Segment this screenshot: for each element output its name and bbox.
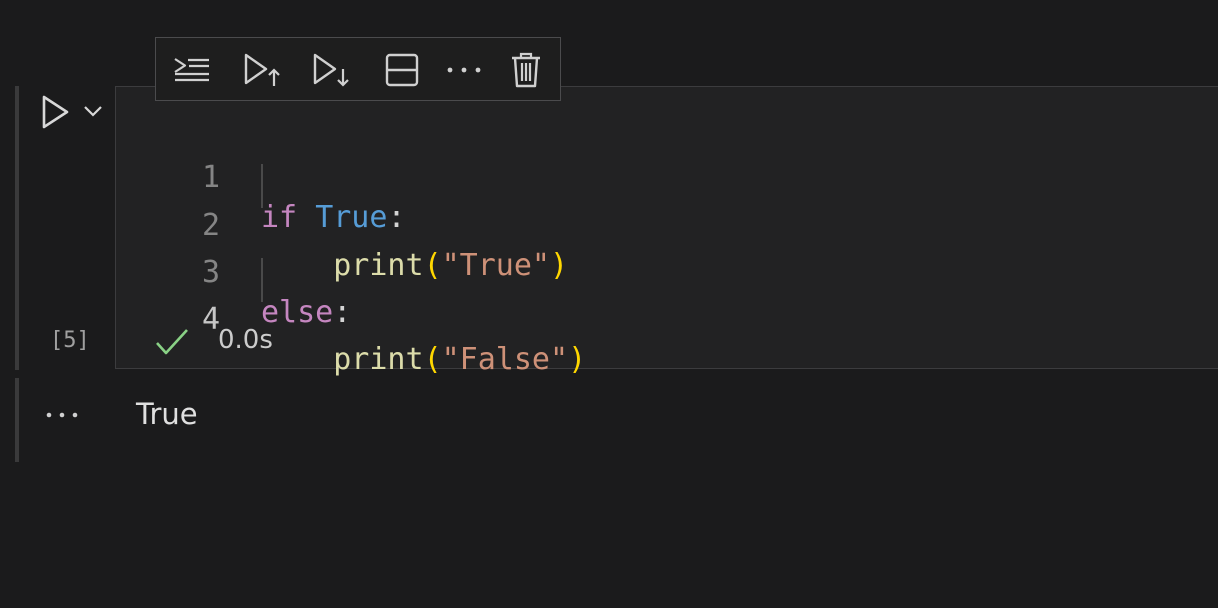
execute-cell-and-below-button[interactable]: [309, 48, 353, 92]
chevron-down-icon: [83, 104, 103, 122]
execute-above-cells-icon: [172, 54, 212, 86]
code-line-4: 4 print("False"): [116, 260, 1016, 377]
play-icon: [40, 94, 70, 135]
code-editor[interactable]: 1 if True: 2 print("True") 3 else: 4 pri…: [115, 86, 1218, 377]
code-text: print("False"): [333, 342, 587, 377]
more-actions-icon: [446, 65, 482, 75]
cell-output: True: [136, 397, 198, 431]
run-cell-button[interactable]: [35, 94, 75, 134]
split-cell-button[interactable]: [380, 48, 424, 92]
execute-above-cells-button[interactable]: [170, 48, 214, 92]
split-cell-icon: [384, 52, 420, 88]
trash-icon: [510, 52, 542, 88]
run-options-button[interactable]: [80, 100, 106, 126]
execute-below-icon: [311, 52, 351, 88]
delete-cell-button[interactable]: [504, 48, 548, 92]
execution-count: [5]: [50, 328, 90, 353]
execute-above-icon: [242, 52, 282, 88]
cell-focus-bar: [15, 86, 19, 370]
cell-toolbar: [155, 37, 561, 101]
indent-guide: [261, 164, 263, 208]
execution-duration: 0.0s: [218, 325, 273, 355]
indent-guide: [261, 258, 263, 302]
code-line-2: 2 print("True"): [116, 166, 1016, 283]
code-line-3: 3 else:: [116, 213, 1016, 330]
ellipsis-icon: [45, 406, 79, 424]
more-actions-button[interactable]: [442, 48, 486, 92]
output-focus-bar: [15, 378, 19, 462]
execute-cell-and-above-button[interactable]: [240, 48, 284, 92]
output-more-button[interactable]: [40, 400, 84, 430]
check-icon: [154, 326, 190, 358]
code-line-1: 1 if True:: [116, 118, 1016, 235]
